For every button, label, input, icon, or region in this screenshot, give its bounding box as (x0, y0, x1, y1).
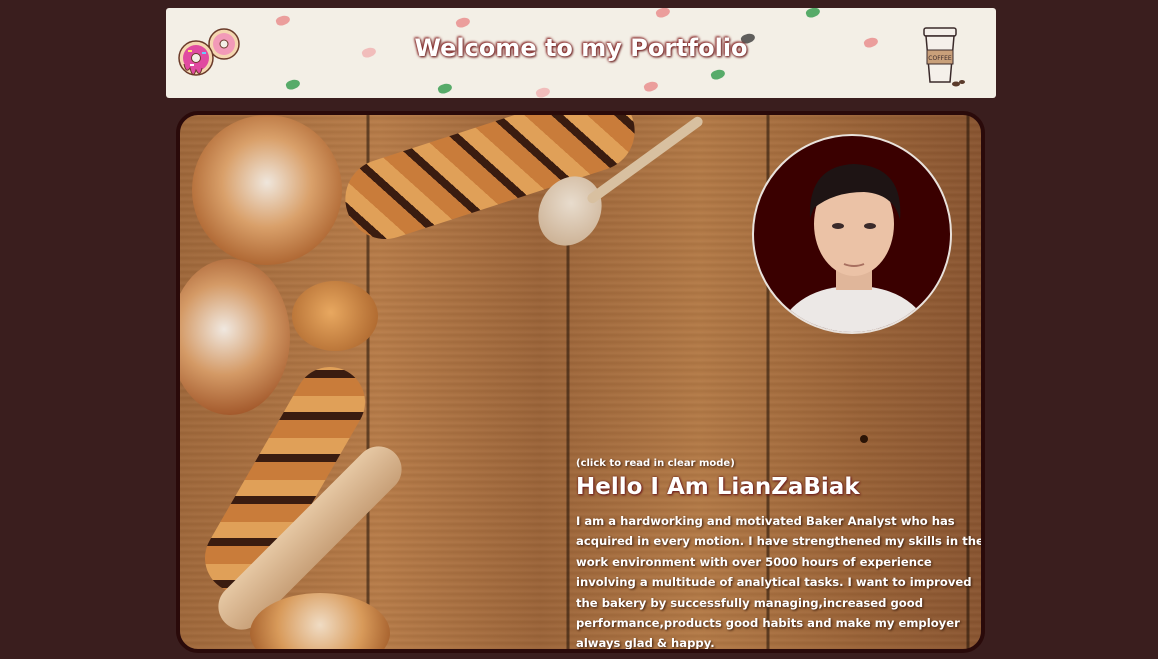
sprinkle-decoration (274, 13, 292, 28)
page-title: Welcome to my Portfolio (414, 34, 748, 62)
sprinkle-decoration (454, 15, 472, 30)
intro-heading: Hello I Am LianZaBiak (576, 474, 860, 500)
coffee-cup-icon: COFFEE (923, 27, 965, 87)
sprinkle-decoration (642, 79, 660, 94)
sprinkle-decoration (804, 8, 822, 20)
coffee-label: COFFEE (928, 55, 952, 62)
intro-section: (click to read in clear mode) Hello I Am… (576, 458, 984, 651)
site-header: Welcome to my Portfolio COFFEE (166, 8, 996, 98)
sprinkle-decoration (436, 81, 454, 96)
avatar (775, 164, 933, 332)
hero-card: (click to read in clear mode) Hello I Am… (176, 111, 985, 653)
sprinkle-decoration (534, 85, 552, 98)
clear-mode-link[interactable]: (click to read in clear mode) (576, 458, 981, 469)
sprinkle-decoration (654, 8, 672, 20)
bio-paragraph: I am a hardworking and motivated Baker A… (576, 514, 984, 651)
sprinkle-decoration (709, 67, 727, 82)
sprinkle-decoration (284, 77, 302, 92)
profile-photo (752, 134, 952, 334)
